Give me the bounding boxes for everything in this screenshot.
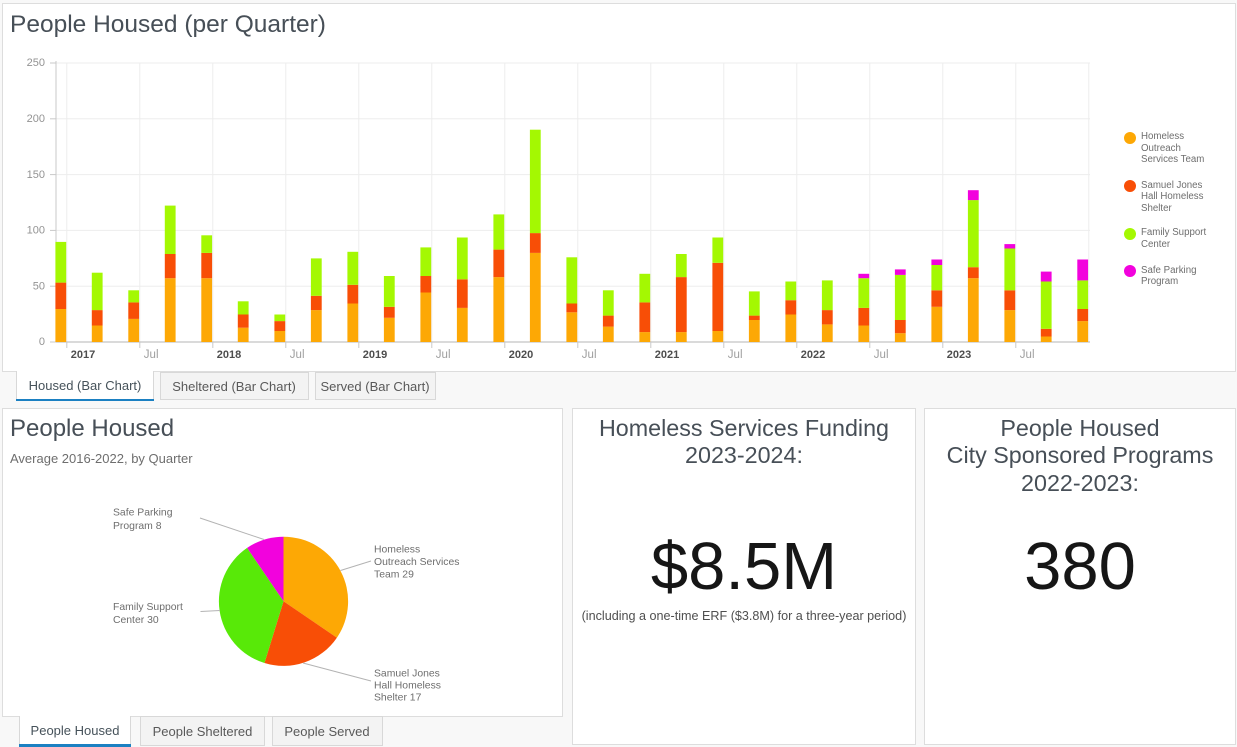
svg-text:Jul: Jul	[1020, 349, 1035, 361]
svg-text:Center 30: Center 30	[113, 615, 159, 626]
svg-text:Shelter 17: Shelter 17	[374, 693, 422, 704]
svg-text:2023: 2023	[947, 349, 971, 361]
svg-text:Team 29: Team 29	[374, 569, 414, 580]
svg-text:Samuel Jones: Samuel Jones	[374, 669, 440, 680]
svg-text:Jul: Jul	[874, 349, 889, 361]
svg-text:Hall Homeless: Hall Homeless	[374, 681, 441, 692]
svg-text:2022: 2022	[801, 349, 825, 361]
svg-text:Jul: Jul	[728, 349, 743, 361]
svg-text:Homeless: Homeless	[374, 544, 420, 555]
svg-text:Outreach Services: Outreach Services	[374, 557, 459, 568]
svg-text:2021: 2021	[655, 349, 679, 361]
svg-text:Program 8: Program 8	[113, 521, 162, 532]
svg-text:Jul: Jul	[582, 349, 597, 361]
svg-text:Safe Parking: Safe Parking	[113, 508, 173, 519]
svg-text:Family Support: Family Support	[113, 602, 183, 613]
